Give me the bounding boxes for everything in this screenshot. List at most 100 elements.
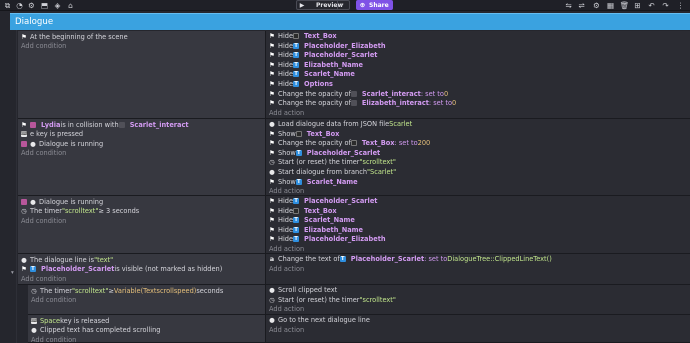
actions-panel[interactable]: ● Go to the next dialogue line Add action — [266, 315, 690, 342]
action-line[interactable]: ⚑ Hide T Scarlet_Name — [269, 70, 355, 79]
add-action-link[interactable]: Add action — [269, 264, 304, 273]
conditions-panel[interactable]: ⚑ At the beginning of the scene Add condit… — [18, 31, 266, 118]
actions-panel[interactable]: a Change the text of T Placeholder_Scarlet… — [266, 254, 690, 284]
action-line[interactable]: a Change the text of T Placeholder_Scarlet… — [269, 255, 552, 264]
settings-icon[interactable]: ⚙ — [592, 1, 601, 10]
dialogue-icon: ● — [269, 316, 275, 324]
add-condition-link[interactable]: Add condition — [31, 296, 76, 305]
left-gutter — [0, 13, 10, 343]
instruction-text: Hide — [278, 41, 294, 50]
condition-line[interactable]: ◷ The timer "scrolltext" ≥ 3 seconds — [21, 207, 139, 216]
cube-icon[interactable]: ◈ — [53, 1, 62, 10]
event-row[interactable]: ⌨ Space key is released ● Clipped text has … — [28, 315, 690, 343]
text-object-icon: T — [293, 71, 300, 78]
event-row[interactable]: ● The dialogue line is "text" ⚑ T Placeholde… — [18, 254, 690, 285]
condition-line[interactable]: ● Dialogue is running — [21, 197, 103, 206]
events-icon[interactable]: ◔ — [15, 1, 24, 10]
action-line[interactable]: ⚑ Change the opacity of Scarlet_interact:… — [269, 89, 448, 98]
keyboard-icon: ⌨ — [31, 317, 39, 324]
action-line[interactable]: ● Go to the next dialogue line — [269, 316, 370, 325]
add-event-icon[interactable]: ⊞ — [633, 1, 642, 10]
actions-panel[interactable]: ● Scroll clipped text ◷ Start (or reset) th… — [266, 285, 690, 314]
add-condition-link[interactable]: Add condition — [21, 274, 66, 283]
instruction-text: Scroll clipped text — [278, 286, 338, 294]
more-icon[interactable]: ⋮ — [676, 1, 685, 10]
add-condition-link[interactable]: Add condition — [21, 216, 66, 225]
add-condition-link[interactable]: Add condition — [31, 335, 76, 343]
condition-line[interactable]: ⚑ T Placeholder_Scarlet is visible (not ma… — [21, 265, 222, 274]
conditions-panel[interactable]: ● Dialogue is running ◷ The timer "scrollte… — [18, 196, 266, 253]
condition-line[interactable]: ⌨ e key is pressed — [21, 130, 83, 139]
action-line[interactable]: ⚑ Change the opacity of Elizabeth_interac… — [269, 99, 456, 108]
action-line[interactable]: ⚑ Hide T Placeholder_Scarlet — [269, 51, 377, 60]
action-line[interactable]: ● Scroll clipped text — [269, 286, 337, 295]
preview-label: Preview — [316, 1, 344, 9]
redo-icon[interactable]: ↷ — [661, 1, 670, 10]
action-line[interactable]: ⚑ Show T Scarlet_Name — [269, 177, 358, 186]
sliders-icon[interactable]: ⇋ — [564, 1, 573, 10]
event-row[interactable]: ● Dialogue is running ◷ The timer "scrollte… — [18, 196, 690, 254]
collapse-arrow-icon[interactable]: ▾ — [11, 270, 14, 276]
action-line[interactable]: ⚑ Hide T Scarlet_Name — [269, 216, 355, 225]
share-button[interactable]: ⊕ Share — [356, 0, 393, 10]
flag-icon: ⚑ — [269, 41, 275, 50]
action-line[interactable]: ⚑ Show T Placeholder_Scarlet — [269, 148, 380, 157]
event-row[interactable]: ⚑ At the beginning of the scene Add condit… — [18, 31, 690, 119]
condition-line[interactable]: ● Dialogue is running — [21, 139, 103, 148]
timer-icon: ◷ — [21, 207, 27, 216]
preview-button[interactable]: ▶ Preview ⌄ — [296, 0, 350, 10]
action-line[interactable]: ◷ Start (or reset) the timer "scrolltext" — [269, 295, 396, 304]
actions-panel[interactable]: ● Load dialogue data from JSON file Scarl… — [266, 119, 690, 195]
flag-icon: ⚑ — [269, 148, 275, 157]
action-line[interactable]: ● Start dialogue from branch "Scarlet" — [269, 168, 396, 177]
event-row[interactable]: ◷ The timer "scrolltext" ≥ Variable(Texts… — [28, 285, 690, 315]
event-row[interactable]: ⚑ Lydia is in collision with Scarlet_inte… — [18, 119, 690, 196]
conditions-panel[interactable]: ⌨ Space key is released ● Clipped text has … — [28, 315, 266, 343]
action-line[interactable]: ⚑ Hide T Placeholder_Elizabeth — [269, 41, 385, 50]
add-action-link[interactable]: Add action — [269, 325, 304, 334]
project-icon[interactable]: ⧉ — [3, 1, 12, 10]
action-line[interactable]: ⚑ Show Text_Box — [269, 129, 339, 138]
condition-line[interactable]: ● The dialogue line is "text" — [21, 255, 113, 264]
text-object-icon: T — [293, 217, 300, 224]
chevron-down-icon[interactable]: ⌄ — [340, 1, 345, 7]
conditions-panel[interactable]: ◷ The timer "scrolltext" ≥ Variable(Texts… — [28, 285, 266, 314]
object-name: Options — [304, 80, 333, 88]
object-name: Placeholder_Scarlet — [304, 197, 378, 205]
object-name: Scarlet_interact — [129, 120, 189, 129]
shapes-icon[interactable]: ⬒ — [40, 1, 49, 10]
condition-line[interactable]: ● Clipped text has completed scrolling — [31, 326, 160, 335]
action-line[interactable]: ⚑ Hide T Options — [269, 80, 333, 89]
add-condition-link[interactable]: Add condition — [21, 149, 66, 158]
object-name: Text_Box — [304, 206, 337, 215]
action-line[interactable]: ⚑ Hide T Placeholder_Scarlet — [269, 197, 377, 206]
event-group-header[interactable]: Dialogue — [10, 13, 690, 30]
action-line[interactable]: ⚑ Hide Text_Box — [269, 32, 337, 41]
action-line[interactable]: ⚑ Change the opacity of Text_Box: set to … — [269, 139, 430, 148]
condition-line[interactable]: ⌨ Space key is released — [31, 316, 109, 325]
add-action-link[interactable]: Add action — [269, 187, 304, 196]
condition-line[interactable]: ◷ The timer "scrolltext" ≥ Variable(Texts… — [31, 286, 223, 295]
actions-panel[interactable]: ⚑ Hide Text_Box ⚑ Hide T Placeholder_Elizabe… — [266, 31, 690, 118]
sliders-alt-icon[interactable]: ⇌ — [577, 1, 586, 10]
actions-panel[interactable]: ⚑ Hide T Placeholder_Scarlet ⚑ Hide Text_Box… — [266, 196, 690, 253]
action-line[interactable]: ⚑ Hide T Elizabeth_Name — [269, 60, 363, 69]
conditions-panel[interactable]: ● The dialogue line is "text" ⚑ T Placeholde… — [18, 254, 266, 284]
action-line[interactable]: ⚑ Hide T Placeholder_Elizabeth — [269, 235, 385, 244]
action-line[interactable]: ⚑ Hide Text_Box — [269, 206, 337, 215]
condition-line[interactable]: ⚑ Lydia is in collision with Scarlet_inte… — [21, 120, 189, 129]
add-action-link[interactable]: Add action — [269, 305, 304, 314]
conditions-panel[interactable]: ⚑ Lydia is in collision with Scarlet_inte… — [18, 119, 266, 195]
undo-icon[interactable]: ↶ — [647, 1, 656, 10]
trash-icon[interactable]: 🗑 — [620, 1, 630, 10]
calendar-icon[interactable]: ▦ — [606, 1, 615, 10]
add-action-link[interactable]: Add action — [269, 245, 304, 254]
add-action-link[interactable]: Add action — [269, 108, 304, 117]
action-line[interactable]: ◷ Start (or reset) the timer "scrolltext" — [269, 158, 396, 167]
action-line[interactable]: ⚑ Hide T Elizabeth_Name — [269, 225, 363, 234]
condition-line[interactable]: ⚑ At the beginning of the scene — [21, 32, 128, 41]
settings-icon[interactable]: ⚙ — [27, 1, 36, 10]
add-condition-link[interactable]: Add condition — [21, 42, 66, 51]
home-icon[interactable]: ⌂ — [66, 1, 75, 10]
action-line[interactable]: ● Load dialogue data from JSON file Scarl… — [269, 120, 412, 129]
